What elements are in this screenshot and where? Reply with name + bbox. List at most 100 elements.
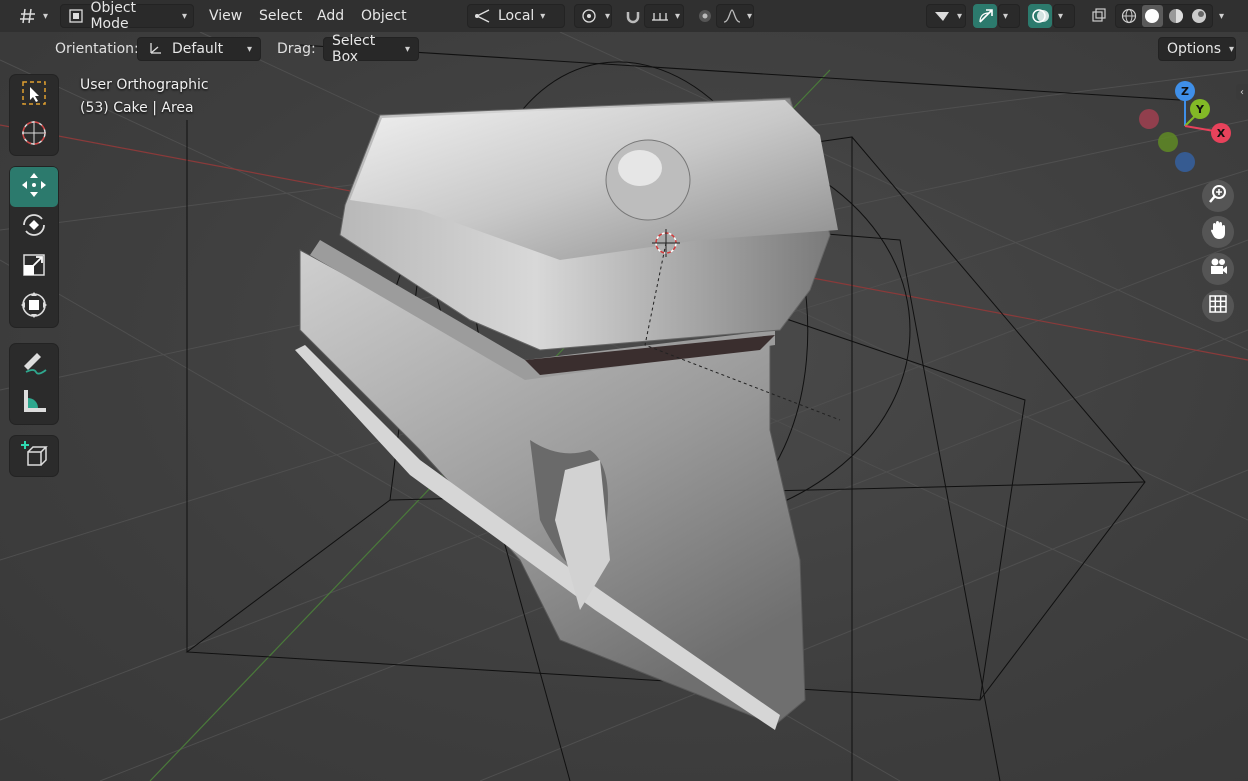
- zoom-button[interactable]: [1202, 180, 1234, 212]
- orientation-dropdown[interactable]: Default ▾: [137, 37, 261, 61]
- show-overlays-toggle[interactable]: [1028, 4, 1052, 28]
- gizmo-x-axis[interactable]: X: [1211, 123, 1231, 143]
- camera-view-button[interactable]: [1202, 253, 1234, 285]
- ruler-icon: [20, 388, 48, 420]
- snap-toggle[interactable]: [618, 4, 644, 28]
- gizmo-icon: [977, 7, 995, 25]
- annotate-tool[interactable]: [10, 344, 58, 384]
- axis-orientation-icon: [146, 40, 164, 58]
- overlays-icon: [1032, 7, 1050, 25]
- gizmo-y-axis[interactable]: Y: [1190, 99, 1210, 119]
- menu-add[interactable]: Add: [313, 4, 348, 28]
- scale-icon: [21, 252, 47, 282]
- drag-dropdown[interactable]: Select Box ▾: [323, 33, 419, 65]
- selectability-visibility-button[interactable]: ▾: [926, 4, 966, 28]
- chevron-down-icon: ▾: [246, 43, 252, 55]
- move-arrows-icon: [20, 171, 48, 203]
- scale-tool[interactable]: [10, 247, 58, 287]
- hand-icon: [1207, 219, 1229, 245]
- view-name: User Orthographic: [80, 77, 209, 93]
- chevron-left-icon: ‹: [1240, 86, 1244, 98]
- magnet-icon: [625, 7, 641, 25]
- chevron-down-icon: ▾: [1219, 10, 1225, 22]
- toggle-xray-button[interactable]: [1084, 4, 1110, 28]
- editor-type-button[interactable]: ▾: [12, 4, 50, 28]
- zoom-magnifier-icon: [1207, 183, 1229, 209]
- toolbar-add-group: [10, 436, 58, 476]
- proportional-falloff-selector[interactable]: ▾: [716, 4, 754, 28]
- xray-icon: [1091, 7, 1107, 25]
- rendered-shading-icon[interactable]: [1189, 7, 1211, 25]
- proportional-editing-icon: [697, 7, 713, 25]
- drag-dropdown-value: Select Box: [332, 33, 376, 65]
- drag-label: Drag:: [277, 41, 316, 57]
- rotate-tool[interactable]: [10, 207, 58, 247]
- snap-increment-icon: [651, 7, 669, 25]
- select-box-icon: [21, 80, 47, 110]
- proportional-editing-toggle[interactable]: [690, 4, 716, 28]
- navigation-gizmo[interactable]: Z Y X: [1134, 78, 1240, 178]
- chevron-down-icon: ▾: [540, 10, 546, 22]
- perspective-toggle-button[interactable]: [1202, 290, 1234, 322]
- toolbar-select-group: [10, 75, 58, 155]
- chevron-down-icon: ▾: [181, 10, 187, 22]
- snap-target-selector[interactable]: ▾: [644, 4, 684, 28]
- select-box-tool[interactable]: [10, 75, 58, 115]
- cursor-arrow-icon: [933, 7, 951, 25]
- solid-shading-icon[interactable]: [1141, 5, 1163, 27]
- gizmo-z-axis[interactable]: Z: [1175, 81, 1195, 101]
- orientation-label: Orientation:: [55, 41, 139, 57]
- viewport-scene: [0, 31, 1248, 781]
- menu-view[interactable]: View: [205, 4, 246, 28]
- orientation-value: Local: [498, 8, 535, 24]
- add-cube-icon: [19, 439, 49, 473]
- object-mode-icon: [67, 7, 84, 25]
- overlays-options-dropdown[interactable]: ▾: [1053, 4, 1075, 28]
- options-label: Options: [1167, 41, 1222, 57]
- chevron-down-icon: ▾: [1229, 43, 1235, 55]
- transform-icon: [20, 291, 48, 323]
- tool-settings-bar: Orientation: Default ▾ Drag: Select Box …: [0, 33, 1248, 65]
- shading-mode-group: [1115, 4, 1213, 28]
- chevron-down-icon: ▾: [1003, 10, 1009, 22]
- cake-mesh: [295, 97, 841, 730]
- show-gizmo-toggle[interactable]: [973, 4, 997, 28]
- orientation-dropdown-value: Default: [172, 41, 224, 57]
- rotate-icon: [20, 211, 48, 243]
- mode-label: Object Mode: [90, 0, 137, 32]
- chevron-down-icon: ▾: [957, 10, 963, 22]
- menu-object[interactable]: Object: [357, 4, 411, 28]
- transform-tool[interactable]: [10, 287, 58, 327]
- menu-select[interactable]: Select: [255, 4, 306, 28]
- chevron-down-icon: ▾: [675, 10, 681, 22]
- shading-options-dropdown[interactable]: ▾: [1214, 4, 1236, 28]
- sidebar-toggle[interactable]: ‹: [1236, 84, 1248, 100]
- orientation-icon: [474, 7, 492, 25]
- add-cube-tool[interactable]: [10, 436, 58, 476]
- toolbar-annotate-group: [10, 344, 58, 424]
- material-preview-shading-icon[interactable]: [1165, 7, 1187, 25]
- chevron-down-icon: ▾: [747, 10, 753, 22]
- pivot-icon: [581, 7, 599, 25]
- mode-selector[interactable]: Object Mode ▾: [60, 0, 194, 32]
- pencil-icon: [20, 348, 48, 380]
- toolbar-transform-group: [10, 167, 58, 327]
- transform-orientation-selector[interactable]: Local ▾: [467, 4, 565, 28]
- pan-button[interactable]: [1202, 216, 1234, 248]
- 3d-cursor-icon: [20, 119, 48, 151]
- chevron-down-icon: ▾: [605, 10, 611, 22]
- gizmo-negative-x-axis[interactable]: [1139, 109, 1159, 129]
- chevron-down-icon: ▾: [43, 10, 49, 22]
- measure-tool[interactable]: [10, 384, 58, 424]
- gizmo-negative-z-axis[interactable]: [1175, 152, 1195, 172]
- cursor-tool[interactable]: [10, 115, 58, 155]
- gizmo-options-dropdown[interactable]: ▾: [998, 4, 1020, 28]
- 3d-viewport[interactable]: ▾ Object Mode ▾ View Select Add Object L…: [0, 0, 1248, 781]
- object-info: (53) Cake | Area: [80, 100, 194, 116]
- pivot-point-selector[interactable]: ▾: [574, 4, 612, 28]
- chevron-down-icon: ▾: [404, 43, 410, 55]
- gizmo-negative-y-axis[interactable]: [1158, 132, 1178, 152]
- wireframe-shading-icon[interactable]: [1118, 7, 1140, 25]
- options-dropdown[interactable]: Options ▾: [1158, 37, 1236, 61]
- move-tool[interactable]: [10, 167, 58, 207]
